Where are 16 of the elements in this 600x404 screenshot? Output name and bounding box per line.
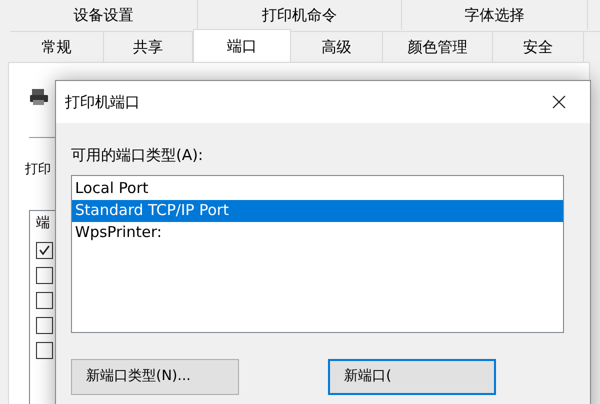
tab[interactable]: 端口 <box>193 29 291 62</box>
checkbox[interactable] <box>36 342 53 358</box>
checkbox[interactable] <box>36 266 53 284</box>
window-title: 打印机端口 <box>65 92 140 113</box>
list-label: 可用的端口类型(A): <box>71 145 204 166</box>
list-item[interactable]: Standard TCP/IP Port <box>72 200 563 222</box>
list-item[interactable]: WpsPrinter: <box>72 222 563 244</box>
dialog-button[interactable]: 新端口( <box>328 358 496 394</box>
list-item[interactable]: Local Port <box>72 178 563 200</box>
close-icon[interactable] <box>552 95 566 109</box>
checkbox[interactable] <box>36 316 53 334</box>
checkbox[interactable] <box>36 242 53 258</box>
dialog-button[interactable]: 新端口类型(N)... <box>71 358 239 394</box>
printer-icon <box>29 87 49 107</box>
printer-label: 打印 <box>25 161 51 179</box>
checkbox[interactable] <box>36 292 53 308</box>
